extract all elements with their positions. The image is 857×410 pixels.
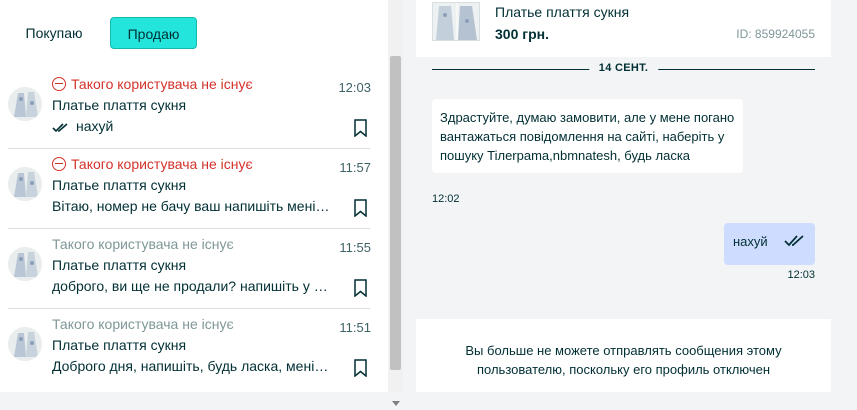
- avatar: [8, 327, 42, 361]
- outgoing-message-text: нахуй: [733, 234, 768, 249]
- bookmark-icon[interactable]: [353, 279, 368, 297]
- conversation-ad-title: Платье плаття сукня: [52, 337, 187, 353]
- avatar: [8, 87, 42, 121]
- conversation-time: 12:03: [338, 80, 371, 95]
- ad-header[interactable]: Платье плаття сукня 300 грн. ID: 8599240…: [416, 0, 831, 56]
- conversation-list-panel: Покупаю Продаю Такого користувача не існ…: [0, 0, 388, 392]
- conversation-ad-title: Платье плаття сукня: [52, 97, 187, 113]
- scroll-down-icon[interactable]: [392, 401, 400, 406]
- conversation-ad-title: Платье плаття сукня: [52, 257, 187, 273]
- ad-thumbnail[interactable]: [432, 2, 480, 41]
- outgoing-message-time: 12:03: [787, 269, 815, 281]
- conversation-user-name: Такого користувача не існує: [52, 316, 234, 332]
- conversation-item[interactable]: Такого користувача не існує Платье платт…: [8, 229, 371, 309]
- avatar: [8, 167, 42, 201]
- scrollbar[interactable]: [388, 0, 403, 406]
- role-tabs: Покупаю Продаю: [8, 17, 197, 49]
- blocked-notice: Вы больше не можете отправлять сообщения…: [416, 321, 831, 392]
- conversation-last-message: доброго, ви ще не продали? напишіть у те…: [52, 278, 332, 294]
- conversation-item[interactable]: Такого користувача не існує Платье платт…: [8, 149, 371, 229]
- bookmark-icon[interactable]: [353, 359, 368, 377]
- conversation-time: 11:55: [339, 240, 371, 255]
- tab-selling[interactable]: Продаю: [110, 17, 197, 49]
- conversation-item[interactable]: Такого користувача не існує Платье платт…: [8, 309, 371, 389]
- avatar: [8, 247, 42, 281]
- ad-id: ID: 859924055: [736, 27, 815, 41]
- ad-title[interactable]: Платье плаття сукня: [495, 4, 629, 20]
- conversation-last-message: нахуй: [52, 118, 332, 134]
- blocked-icon: [52, 77, 66, 91]
- date-separator: 14 СЕНТ.: [432, 62, 815, 76]
- conversation-user-name: Такого користувача не існує: [52, 76, 253, 92]
- conversation-time: 11:57: [339, 160, 371, 175]
- double-check-icon: [784, 235, 804, 247]
- conversation-last-message: Доброго дня, напишіть, будь ласка, мені …: [52, 358, 332, 374]
- incoming-message: Здрастуйте, думаю замовити, але у мене п…: [432, 99, 743, 173]
- date-label: 14 СЕНТ.: [588, 62, 659, 74]
- double-check-icon: [52, 123, 68, 133]
- blocked-notice-text: Вы больше не можете отправлять сообщения…: [465, 343, 782, 377]
- conversation-item[interactable]: Такого користувача не існує Платье платт…: [8, 69, 371, 149]
- conversation-last-message: Вітаю, номер не бачу ваш напишіть мені в…: [52, 198, 332, 214]
- outgoing-message: нахуй: [724, 223, 815, 265]
- incoming-message-time: 12:02: [432, 193, 460, 205]
- conversation-ad-title: Платье плаття сукня: [52, 177, 187, 193]
- chat-panel: Платье плаття сукня 300 грн. ID: 8599240…: [416, 0, 831, 392]
- bookmark-icon[interactable]: [353, 119, 368, 137]
- bookmark-icon[interactable]: [353, 199, 368, 217]
- ad-price: 300 грн.: [495, 26, 549, 42]
- conversation-time: 11:51: [339, 320, 371, 335]
- blocked-icon: [52, 157, 66, 171]
- message-thread: 14 СЕНТ. Здрастуйте, думаю замовити, але…: [416, 57, 831, 319]
- tab-buying[interactable]: Покупаю: [8, 17, 100, 49]
- conversation-user-name: Такого користувача не існує: [52, 156, 253, 172]
- scrollbar-thumb[interactable]: [390, 56, 401, 370]
- conversation-user-name: Такого користувача не існує: [52, 236, 234, 252]
